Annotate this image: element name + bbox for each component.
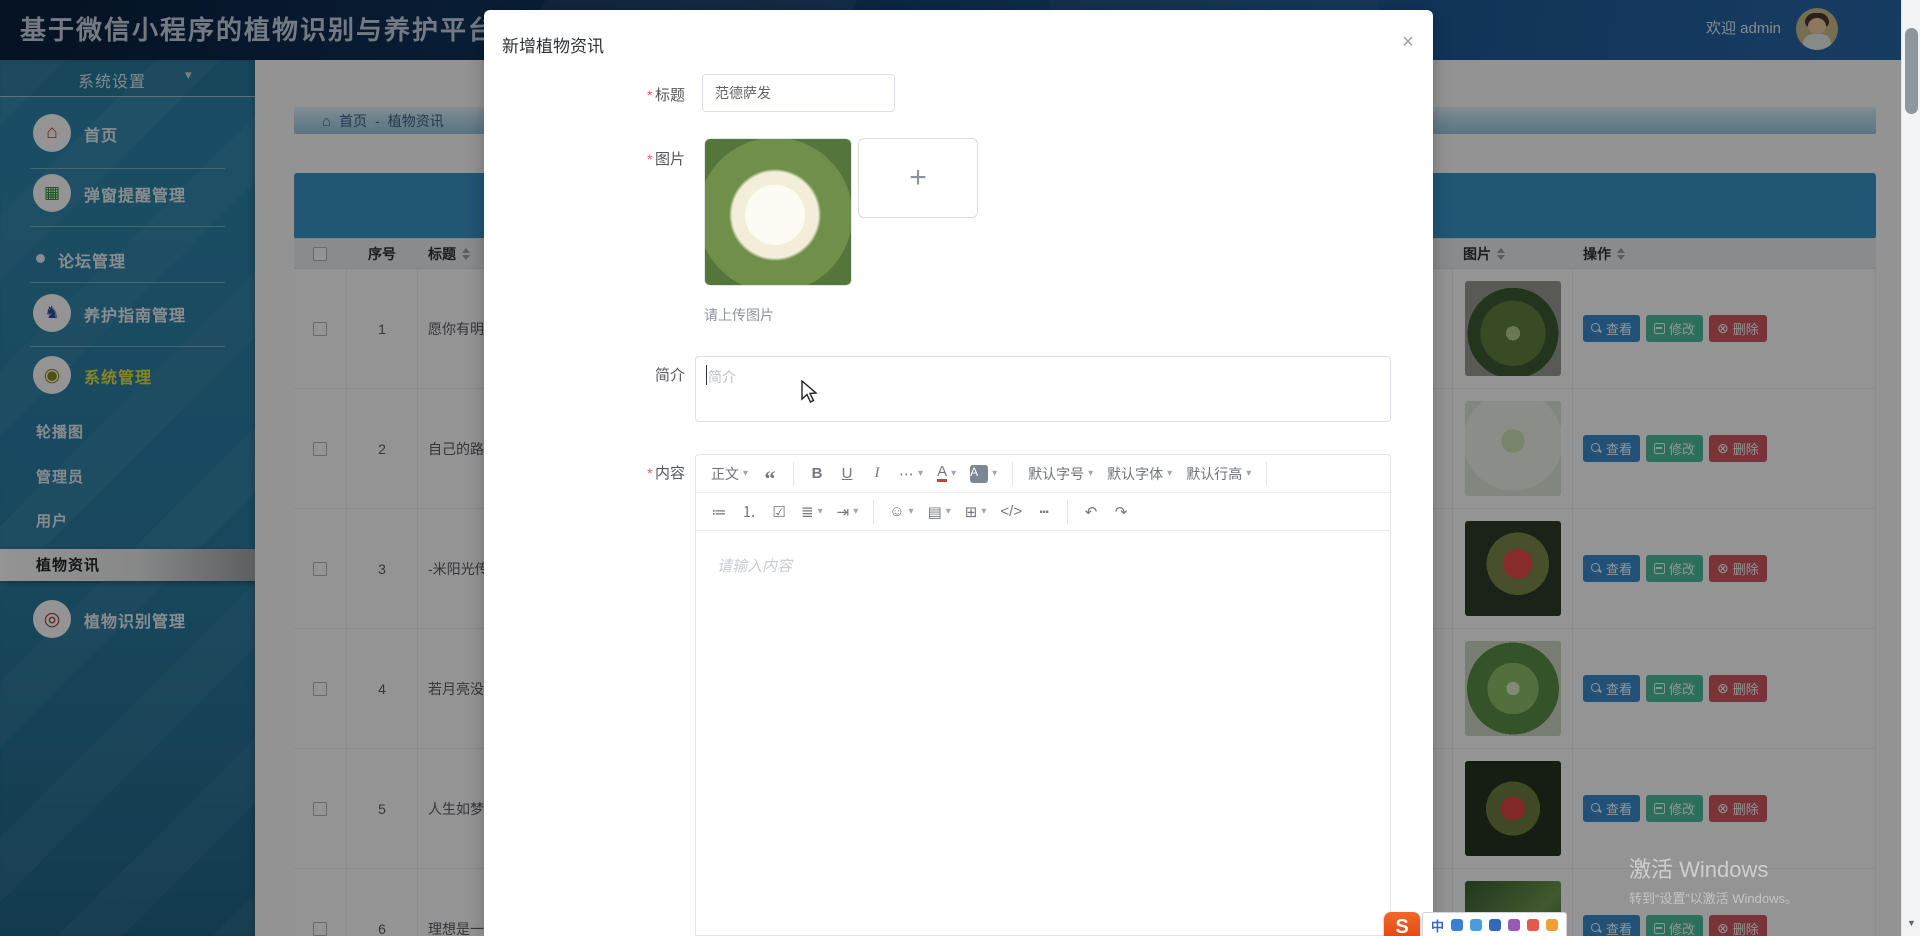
task-list-button[interactable]: ☑: [766, 499, 792, 525]
indent-button[interactable]: ⇥: [832, 499, 864, 525]
redo-button[interactable]: ↷: [1108, 499, 1134, 525]
ime-keyboard-icon[interactable]: [1489, 919, 1502, 931]
editor-toolbar-row-1: 正文 “ B U I ⋯ A A 默认字号 默认字体 默认行高: [696, 455, 1390, 493]
close-icon[interactable]: ×: [1394, 28, 1422, 56]
title-field-label: 标题: [484, 84, 685, 105]
font-color-button[interactable]: A: [937, 464, 948, 482]
screen: 基于微信小程序的植物识别与养护平台 欢迎 admin 系统设置 ▾ 首页 弹窗提…: [0, 0, 1920, 936]
ordered-list-button[interactable]: ⒈: [736, 499, 762, 525]
code-button[interactable]: </>: [995, 499, 1027, 525]
divider: [1012, 461, 1014, 486]
ime-lang-icon[interactable]: 中: [1431, 916, 1444, 935]
modal-title: 新增植物资讯: [502, 37, 604, 56]
windows-activation-watermark: 激活 Windows 转到“设置”以激活 Windows。: [1629, 852, 1798, 907]
required-asterisk: [647, 87, 655, 104]
rich-text-editor: 正文 “ B U I ⋯ A A 默认字号 默认字体 默认行高 ≔ ⒈ ☑ ≣: [695, 454, 1391, 936]
ime-mic-icon[interactable]: [1470, 919, 1483, 931]
bullet-list-button[interactable]: ≔: [706, 499, 732, 525]
title-input[interactable]: [702, 74, 895, 112]
intro-placeholder: 简介: [708, 369, 736, 385]
uploaded-image-thumbnail[interactable]: [704, 138, 852, 286]
align-button[interactable]: ≣: [796, 499, 828, 525]
mouse-cursor: [801, 380, 818, 403]
ime-emoji-icon[interactable]: [1546, 919, 1559, 931]
ime-skin-icon[interactable]: [1508, 919, 1521, 931]
browser-scrollbar[interactable]: [1901, 0, 1920, 936]
text-caret: [706, 365, 707, 385]
add-plant-news-modal: 新增植物资讯 × 标题 图片 + 请上传图片 简介 简介 内容 正文 “ B U…: [484, 10, 1433, 936]
line-height-select[interactable]: 默认行高: [1181, 461, 1256, 487]
ime-pen-icon[interactable]: [1451, 919, 1464, 931]
ime-toolbox-icon[interactable]: [1527, 919, 1540, 931]
italic-button[interactable]: I: [864, 461, 890, 487]
insert-image-button[interactable]: ▤: [923, 499, 956, 525]
blockquote-button[interactable]: “: [757, 461, 783, 489]
required-asterisk: [647, 465, 655, 482]
plus-icon: +: [909, 161, 927, 194]
intro-field-label: 简介: [654, 367, 685, 384]
bg-color-button[interactable]: A: [970, 464, 989, 483]
more-styles-button[interactable]: ⋯: [894, 461, 928, 487]
required-asterisk: [647, 151, 655, 168]
ime-toolbar: S 中: [1384, 912, 1568, 936]
emoji-button[interactable]: ☺: [884, 499, 918, 525]
scrollbar-thumb[interactable]: [1905, 28, 1918, 114]
insert-table-button[interactable]: ⊞: [960, 499, 992, 525]
watermark-line1: 激活 Windows: [1629, 857, 1769, 882]
undo-button[interactable]: ↶: [1078, 499, 1104, 525]
horizontal-rule-button[interactable]: ┅: [1031, 499, 1057, 525]
paragraph-style-button[interactable]: 正文: [706, 461, 753, 487]
image-field-label: 图片: [484, 148, 685, 169]
divider: [1266, 461, 1268, 486]
underline-button[interactable]: U: [834, 461, 860, 487]
upload-hint: 请上传图片: [704, 307, 774, 323]
upload-plus-button[interactable]: +: [858, 138, 978, 218]
font-family-select[interactable]: 默认字体: [1102, 461, 1177, 487]
watermark-line2: 转到“设置”以激活 Windows。: [1629, 891, 1799, 906]
editor-content-area[interactable]: 请输入内容: [696, 531, 1390, 935]
ime-icon-strip: 中: [1422, 912, 1568, 936]
divider: [873, 499, 875, 524]
content-placeholder: 请输入内容: [717, 558, 793, 575]
editor-toolbar-row-2: ≔ ⒈ ☑ ≣ ⇥ ☺ ▤ ⊞ </> ┅ ↶ ↷: [696, 493, 1390, 531]
bold-button[interactable]: B: [804, 461, 830, 487]
divider: [793, 461, 795, 486]
content-field-label: 内容: [484, 462, 685, 483]
sogou-logo-icon[interactable]: S: [1384, 912, 1420, 936]
font-size-select[interactable]: 默认字号: [1023, 461, 1098, 487]
divider: [1067, 499, 1069, 524]
